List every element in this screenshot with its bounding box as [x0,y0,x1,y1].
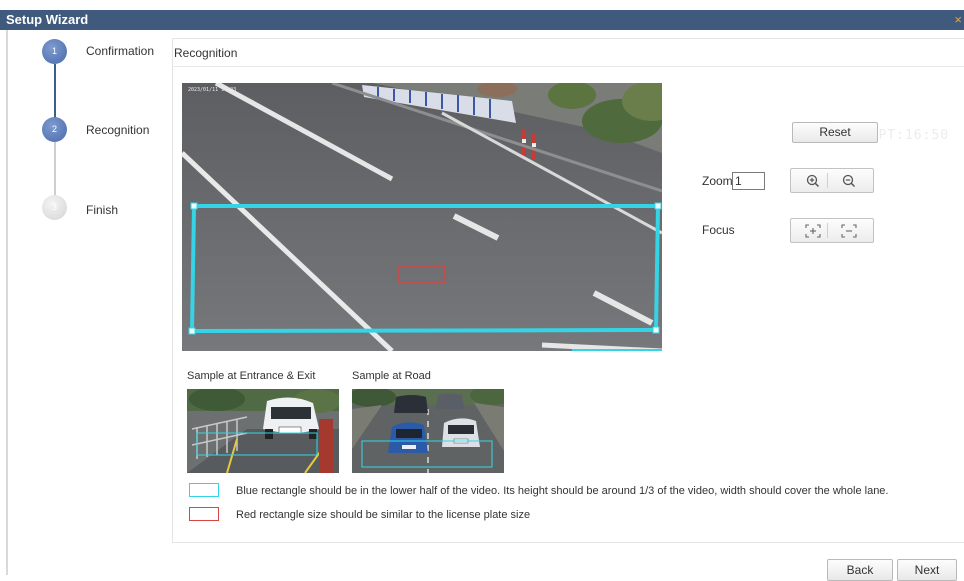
step-2-label: Recognition [86,123,150,137]
next-button[interactable]: Next [897,559,957,581]
reset-button[interactable]: Reset [792,122,878,143]
focus-near-icon [805,223,821,238]
zoom-input[interactable]: 1 [732,172,765,190]
panel-divider [172,66,964,67]
zoom-out-button[interactable] [831,169,867,192]
sample-entrance-image [187,389,339,473]
wizard-steps: 1 Confirmation 2 Recognition 3 Finish [0,30,170,575]
window-title: Setup Wizard [6,12,89,27]
red-rectangle-instruction: Red rectangle size should be similar to … [236,509,531,521]
red-rectangle-legend-swatch [189,507,219,521]
sample-road-label: Sample at Road [352,370,431,382]
close-icon[interactable]: × [954,10,962,30]
zoom-in-icon [806,174,820,187]
step-3-label: Finish [86,203,119,217]
focus-label: Focus [702,223,735,237]
sample-road-image [352,389,504,473]
step-3-indicator: 3 [42,195,67,220]
focus-near-button[interactable] [795,219,831,242]
blue-rectangle-instruction: Blue rectangle should be in the lower ha… [236,485,889,497]
back-button[interactable]: Back [827,559,893,581]
blue-rectangle-legend-swatch [189,483,219,497]
zoom-in-button[interactable] [795,169,831,192]
panel-title: Recognition [174,46,238,60]
window-title-bar: Setup Wizard × [0,10,964,30]
zoom-button-group [790,168,874,193]
video-osd-text: 2023/01/11 14:23 [188,87,237,93]
focus-far-button[interactable] [831,219,867,242]
focus-button-group [790,218,874,243]
step-2-indicator: 2 [42,117,67,142]
zoom-out-icon [842,174,856,187]
focus-far-icon [841,223,857,238]
zoom-label: Zoom [702,174,733,188]
step-1-indicator: 1 [42,39,67,64]
sample-entrance-label: Sample at Entrance & Exit [187,370,316,382]
step-1-label: Confirmation [86,44,155,58]
live-video[interactable]: 2023/01/11 14:23 [182,83,662,351]
